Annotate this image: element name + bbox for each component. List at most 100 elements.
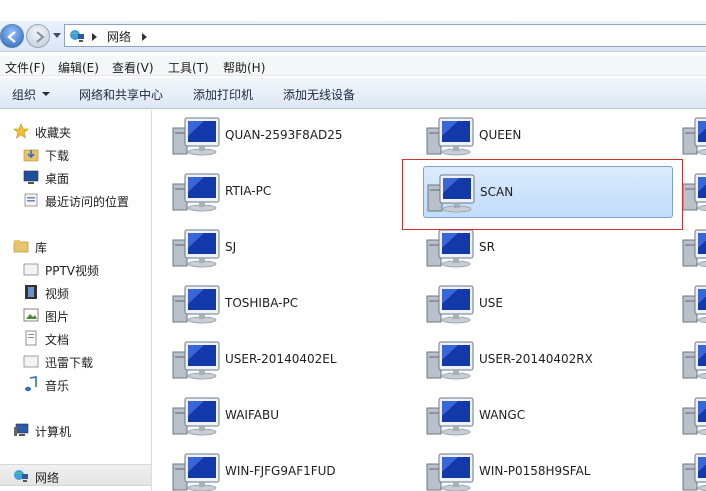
computer-icon (171, 282, 221, 329)
computer-icon (171, 226, 221, 273)
library-icon (13, 240, 29, 253)
computer-icon (425, 338, 475, 385)
nav-recent[interactable]: 最近访问的位置 (0, 189, 151, 211)
computer-icon[interactable] (681, 282, 706, 324)
network-icon (14, 470, 28, 482)
nav-desktop-label: 桌面 (45, 172, 70, 186)
download-folder-icon (23, 149, 39, 162)
organize-button[interactable]: 组织 (12, 86, 36, 103)
network-icon (70, 30, 84, 42)
picture-icon (23, 308, 39, 322)
nav-favorites-label: 收藏夹 (35, 126, 72, 140)
computer-name: RTIA-PC (225, 184, 272, 198)
computer-item[interactable]: WANGC (407, 390, 657, 442)
navigation-pane: 收藏夹 下载 桌面 最近访问的位置 库 PPTV视频 视频 图片 文档 迅雷下载… (0, 110, 152, 491)
nav-libraries[interactable]: 库 (0, 235, 151, 257)
computer-item[interactable]: WAIFABU (153, 390, 403, 442)
chevron-down-icon (42, 92, 50, 96)
computer-icon (425, 226, 475, 273)
command-bar: 组织 网络和共享中心 添加打印机 添加无线设备 (0, 78, 706, 109)
nav-music-label: 音乐 (45, 379, 70, 393)
computer-name: WIN-FJFG9AF1FUD (225, 464, 336, 478)
menu-help[interactable]: 帮助(H) (223, 59, 265, 76)
computer-icon (171, 338, 221, 385)
add-printer-button[interactable]: 添加打印机 (193, 86, 253, 103)
nav-network-label: 网络 (35, 471, 60, 485)
computer-icon[interactable] (681, 226, 706, 268)
nav-favorites[interactable]: 收藏夹 (0, 120, 151, 142)
computer-item[interactable]: RTIA-PC (153, 166, 403, 218)
arrow-right-icon (36, 31, 45, 43)
computer-item[interactable]: TOSHIBA-PC (153, 278, 403, 330)
folder-icon (23, 355, 39, 368)
computer-item[interactable]: USER-20140402RX (407, 334, 657, 386)
computer-name: QUAN-2593F8AD25 (225, 128, 343, 142)
nav-pptv-label: PPTV视频 (45, 264, 100, 278)
nav-thunder[interactable]: 迅雷下载 (0, 350, 151, 372)
nav-computer[interactable]: 计算机 (0, 419, 151, 441)
computer-icon[interactable] (681, 338, 706, 380)
computer-icon[interactable] (681, 170, 706, 212)
nav-videos[interactable]: 视频 (0, 281, 151, 303)
computer-icon (171, 450, 221, 491)
computer-item[interactable]: WIN-P0158H9SFAL (407, 446, 657, 491)
computer-icon[interactable] (681, 114, 706, 156)
nav-downloads[interactable]: 下载 (0, 143, 151, 165)
computer-item[interactable]: QUEEN (407, 110, 657, 162)
menu-view[interactable]: 查看(V) (112, 59, 154, 76)
nav-documents-label: 文档 (45, 333, 70, 347)
computer-item[interactable]: WIN-FJFG9AF1FUD (153, 446, 403, 491)
computer-name: USE (479, 296, 503, 310)
nav-network[interactable]: 网络 (0, 464, 151, 486)
nav-pictures[interactable]: 图片 (0, 304, 151, 326)
computer-icon (14, 423, 29, 436)
computer-name: WANGC (479, 408, 526, 422)
nav-thunder-label: 迅雷下载 (45, 356, 94, 370)
forward-button[interactable] (26, 24, 50, 48)
nav-recent-label: 最近访问的位置 (45, 195, 130, 209)
nav-documents[interactable]: 文档 (0, 327, 151, 349)
computer-icon[interactable] (681, 450, 706, 491)
music-note-icon (25, 376, 37, 392)
computer-item[interactable]: USE (407, 278, 657, 330)
add-wireless-button[interactable]: 添加无线设备 (283, 86, 355, 103)
folder-icon (23, 263, 39, 276)
arrow-left-icon (7, 31, 16, 43)
breadcrumb-network[interactable]: 网络 (107, 28, 131, 45)
nav-pptv[interactable]: PPTV视频 (0, 258, 151, 280)
computer-icon (171, 170, 221, 217)
history-dropdown-icon[interactable] (53, 33, 61, 38)
computer-name: SJ (225, 240, 237, 254)
path-separator-icon[interactable] (92, 33, 97, 41)
nav-desktop[interactable]: 桌面 (0, 166, 151, 188)
path-separator-icon[interactable] (142, 33, 147, 41)
computer-icon (171, 394, 221, 441)
nav-downloads-label: 下载 (45, 149, 70, 163)
computer-name: QUEEN (479, 128, 522, 142)
computer-icon[interactable] (681, 394, 706, 436)
nav-computer-label: 计算机 (35, 425, 72, 439)
computer-item[interactable]: USER-20140402EL (153, 334, 403, 386)
computer-name: WAIFABU (225, 408, 279, 422)
computer-icon (425, 114, 475, 161)
document-icon (25, 330, 37, 346)
computer-name: USER-20140402EL (225, 352, 337, 366)
computer-item[interactable]: SJ (153, 222, 403, 274)
computer-icon (171, 114, 221, 161)
address-bar: 网络 (0, 21, 706, 52)
address-path[interactable]: 网络 (64, 24, 706, 47)
menu-edit[interactable]: 编辑(E) (58, 59, 99, 76)
computer-name: WIN-P0158H9SFAL (479, 464, 591, 478)
star-icon (13, 123, 29, 139)
nav-videos-label: 视频 (45, 287, 70, 301)
nav-music[interactable]: 音乐 (0, 373, 151, 395)
menu-file[interactable]: 文件(F) (5, 59, 45, 76)
recent-places-icon (24, 193, 38, 207)
menu-bar: 文件(F) 编辑(E) 查看(V) 工具(T) 帮助(H) (0, 56, 706, 76)
back-button[interactable] (0, 24, 24, 48)
nav-pictures-label: 图片 (45, 310, 70, 324)
computer-item[interactable]: QUAN-2593F8AD25 (153, 110, 403, 162)
menu-tools[interactable]: 工具(T) (168, 59, 209, 76)
desktop-icon (23, 170, 39, 184)
network-center-button[interactable]: 网络和共享中心 (79, 86, 163, 103)
